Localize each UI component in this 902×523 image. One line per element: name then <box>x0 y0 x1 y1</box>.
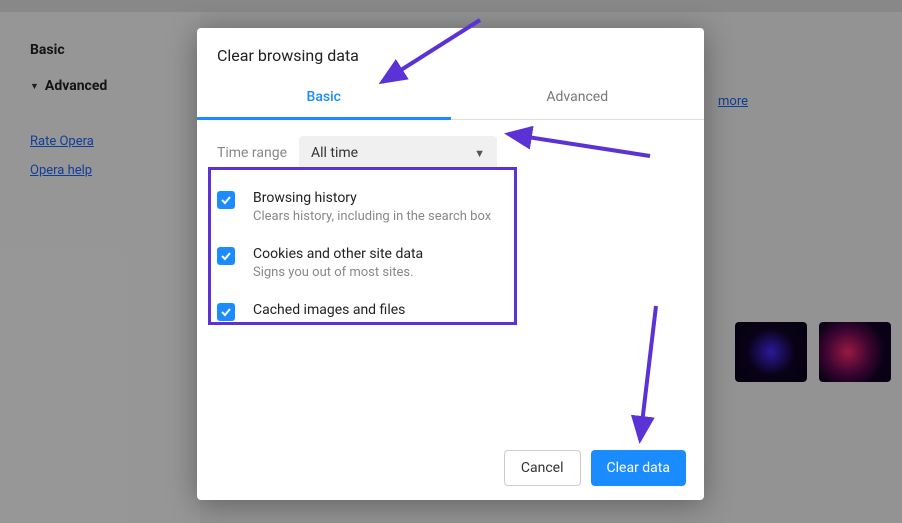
check-icon <box>220 250 232 262</box>
checkbox-browsing-history[interactable] <box>217 191 235 209</box>
checkbox-cached[interactable] <box>217 303 235 321</box>
cancel-button[interactable]: Cancel <box>504 450 581 486</box>
option-title: Cached images and files <box>253 302 405 318</box>
time-range-value: All time <box>311 145 358 161</box>
dialog-tabs: Basic Advanced <box>197 79 704 120</box>
option-cookies[interactable]: Cookies and other site data Signs you ou… <box>217 238 684 294</box>
option-subtitle: Signs you out of most sites. <box>253 265 423 280</box>
options-list: Browsing history Clears history, includi… <box>197 174 704 335</box>
clear-data-button[interactable]: Clear data <box>591 450 686 486</box>
tab-advanced[interactable]: Advanced <box>451 79 705 119</box>
option-title: Browsing history <box>253 190 491 206</box>
check-icon <box>220 306 232 318</box>
tab-basic[interactable]: Basic <box>197 79 451 120</box>
option-title: Cookies and other site data <box>253 246 423 262</box>
checkbox-cookies[interactable] <box>217 247 235 265</box>
dialog-title: Clear browsing data <box>197 28 704 79</box>
option-browsing-history[interactable]: Browsing history Clears history, includi… <box>217 182 684 238</box>
time-range-select[interactable]: All time ▼ <box>299 136 497 170</box>
time-range-label: Time range <box>217 145 299 161</box>
chevron-down-icon: ▼ <box>474 147 485 160</box>
check-icon <box>220 194 232 206</box>
clear-browsing-data-dialog: Clear browsing data Basic Advanced Time … <box>197 28 704 500</box>
dialog-footer: Cancel Clear data <box>197 436 704 500</box>
option-cached[interactable]: Cached images and files <box>217 294 684 335</box>
option-subtitle: Clears history, including in the search … <box>253 209 491 224</box>
